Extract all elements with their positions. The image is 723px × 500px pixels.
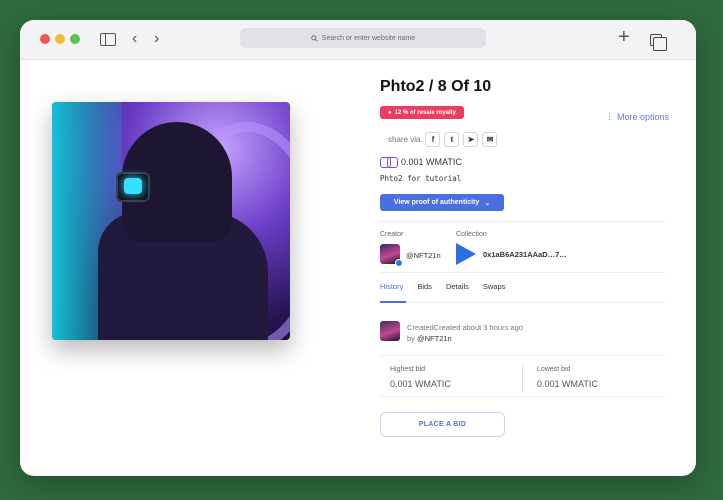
- close-window-button[interactable]: [40, 34, 50, 44]
- tab-bids[interactable]: Bids: [417, 282, 432, 291]
- divider: [380, 272, 665, 273]
- history-by-user[interactable]: @NFT21n: [417, 334, 452, 343]
- collection-icon[interactable]: [456, 243, 476, 265]
- lowest-bid-label: Lowest bid: [537, 366, 571, 373]
- nft-description: Phto2 for tutorial: [380, 174, 462, 183]
- browser-toolbar: ‹ › Search or enter website name +: [20, 20, 696, 60]
- email-icon[interactable]: ✉: [482, 132, 498, 147]
- nft-title: Phto2 / 8 Of 10: [380, 78, 492, 95]
- view-proof-button[interactable]: View proof of authenticity ⌄: [380, 194, 504, 211]
- creator-avatar[interactable]: [380, 244, 403, 267]
- new-tab-icon[interactable]: +: [618, 27, 630, 47]
- maximize-window-button[interactable]: [70, 34, 80, 44]
- history-entry: CreatedCreated about 3 hours ago by @NFT…: [407, 322, 523, 344]
- view-proof-label: View proof of authenticity: [393, 199, 480, 206]
- browser-window: ‹ › Search or enter website name + Phto2…: [20, 20, 696, 476]
- creator-username[interactable]: @NFT21n: [406, 251, 441, 260]
- verified-badge-icon: [395, 259, 403, 267]
- more-options-link[interactable]: ⋮ More options: [605, 111, 669, 122]
- more-options-label: More options: [617, 111, 670, 122]
- address-bar[interactable]: Search or enter website name: [240, 28, 486, 48]
- tab-swaps[interactable]: Swaps: [483, 282, 506, 291]
- history-by-prefix: by: [407, 334, 415, 343]
- nft-artwork-image: [52, 102, 290, 340]
- forward-arrow-icon[interactable]: ›: [154, 29, 159, 49]
- place-bid-button[interactable]: PLACE A BID: [380, 412, 505, 437]
- divider: [380, 221, 665, 222]
- more-vertical-icon: ⋮: [605, 111, 614, 121]
- active-tab-indicator: [380, 301, 406, 303]
- tab-overview-icon[interactable]: [650, 34, 667, 51]
- history-avatar: [380, 321, 400, 341]
- telegram-icon[interactable]: ➤: [463, 132, 479, 147]
- twitter-icon[interactable]: t: [444, 132, 460, 147]
- tag-icon: ●: [388, 109, 392, 116]
- address-bar-placeholder: Search or enter website name: [321, 34, 416, 42]
- price-value: 0.001 WMATIC: [401, 157, 462, 167]
- sidebar-toggle-icon[interactable]: [100, 33, 116, 46]
- royalty-badge: ● 12 % of resale royalty: [380, 106, 464, 119]
- price: 0.001 WMATIC: [380, 156, 462, 168]
- history-event: CreatedCreated about 3 hours ago: [407, 323, 523, 332]
- collection-address[interactable]: 0x1aB6A231AAaD…7…: [483, 250, 567, 259]
- highest-bid-label: Highest bid: [390, 366, 426, 373]
- collection-label: Collection: [456, 231, 487, 238]
- chevron-down-icon: ⌄: [484, 199, 491, 207]
- creator-label: Creator: [380, 231, 404, 238]
- search-icon: [311, 34, 318, 42]
- minimize-window-button[interactable]: [55, 34, 65, 44]
- detail-tabs: History Bids Details Swaps: [380, 282, 505, 291]
- share-label: share via: [388, 135, 421, 144]
- royalty-text: 12 % of resale royalty: [394, 109, 456, 116]
- share-row: share via f t ➤ ✉: [388, 132, 498, 147]
- tab-details[interactable]: Details: [446, 282, 469, 291]
- bid-separator: [522, 365, 523, 391]
- tabs-divider: [380, 302, 665, 303]
- back-arrow-icon[interactable]: ‹: [132, 29, 137, 49]
- tab-history[interactable]: History: [380, 282, 403, 291]
- lowest-bid-value: 0.001 WMATIC: [537, 379, 598, 389]
- highest-bid-value: 0.001 WMATIC: [390, 379, 451, 389]
- facebook-icon[interactable]: f: [425, 132, 441, 147]
- polygon-icon: [380, 156, 398, 168]
